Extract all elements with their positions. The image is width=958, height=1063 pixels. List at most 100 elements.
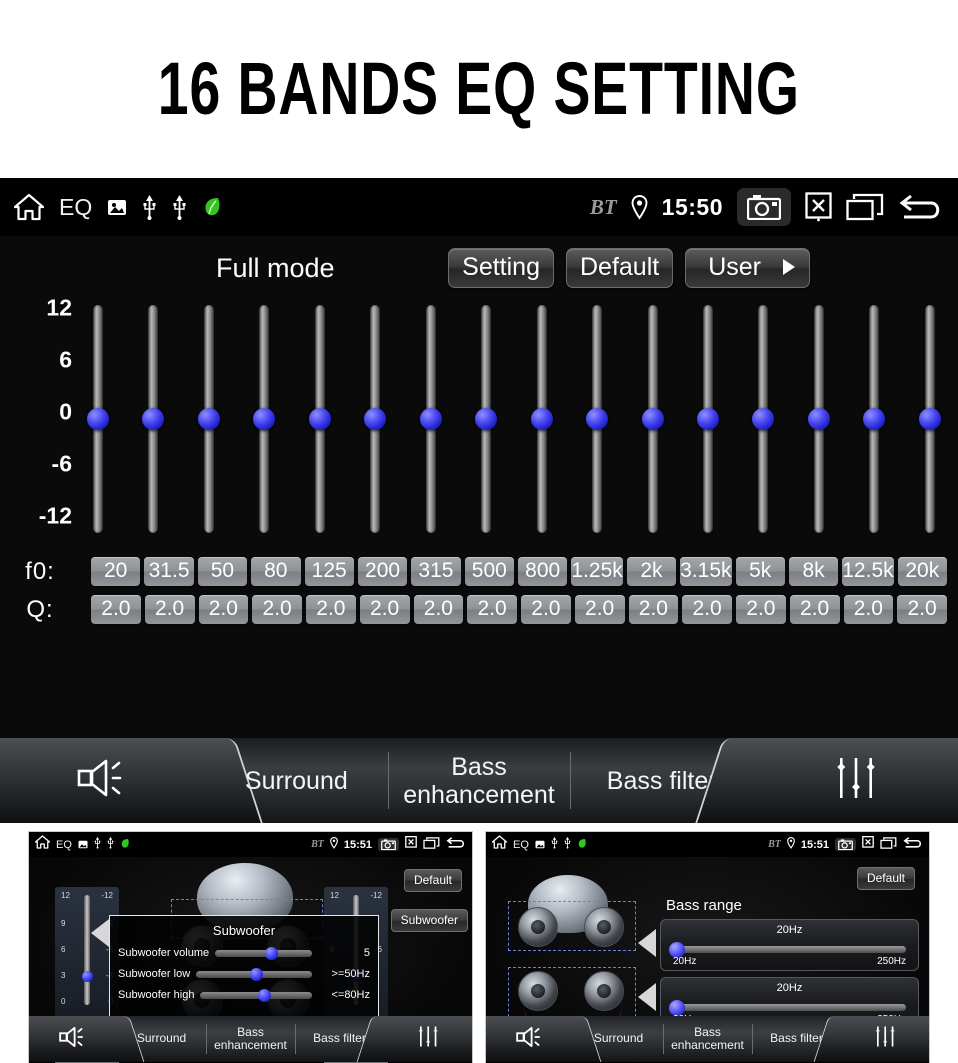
- slider-thumb[interactable]: [863, 408, 886, 430]
- thumbnail-bass-range-screen[interactable]: EQ BT 15:51 Default Bass range 20Hz 20Hz…: [485, 831, 930, 1063]
- back-arrow-icon[interactable]: [898, 192, 944, 222]
- eq-slider-80[interactable]: [253, 305, 276, 533]
- q-cell[interactable]: 2.0: [467, 594, 517, 625]
- q-cell[interactable]: 2.0: [198, 594, 249, 625]
- q-cell[interactable]: 2.0: [359, 594, 410, 625]
- home-icon[interactable]: [14, 193, 44, 221]
- f0-cell[interactable]: 20k: [897, 556, 947, 587]
- f0-cell[interactable]: 315: [411, 556, 461, 587]
- q-cell[interactable]: 2.0: [843, 594, 894, 625]
- f0-cell[interactable]: 80: [251, 556, 301, 587]
- bass-range-slider-1[interactable]: 20Hz 20Hz 250Hz: [660, 919, 919, 971]
- subwoofer-low-slider[interactable]: [196, 967, 312, 981]
- slider-thumb[interactable]: [752, 408, 775, 430]
- slider-thumb[interactable]: [197, 408, 220, 430]
- eq-slider-200[interactable]: [364, 305, 387, 533]
- q-cell[interactable]: 2.0: [897, 594, 947, 625]
- eq-slider-315[interactable]: [419, 305, 442, 533]
- tab-equalizer[interactable]: [753, 738, 958, 823]
- slider-thumb[interactable]: [249, 967, 263, 981]
- eq-slider-800[interactable]: [530, 305, 553, 533]
- f0-cell[interactable]: 8k: [788, 556, 839, 587]
- f0-cell[interactable]: 200: [357, 556, 408, 587]
- tab-speaker[interactable]: [0, 738, 205, 823]
- tab-bass-enhancement[interactable]: Bass enhancement: [663, 1016, 752, 1062]
- tab-speaker[interactable]: [486, 1016, 574, 1062]
- eq-slider-125[interactable]: [308, 305, 331, 533]
- setting-button[interactable]: Setting: [448, 247, 554, 289]
- tab-bass-enhancement[interactable]: Bass enhancement: [387, 738, 571, 823]
- f0-cell[interactable]: 2k: [626, 556, 677, 587]
- tab-surround[interactable]: Surround: [574, 1016, 663, 1062]
- slider-thumb[interactable]: [918, 408, 941, 430]
- q-cell[interactable]: 2.0: [574, 594, 625, 625]
- range-track[interactable]: [673, 1004, 906, 1011]
- camera-icon[interactable]: [737, 188, 791, 226]
- q-cell[interactable]: 2.0: [144, 594, 195, 625]
- slider-thumb[interactable]: [530, 408, 553, 430]
- f0-cell[interactable]: 12.5k: [842, 556, 894, 587]
- meter-thumb[interactable]: [81, 971, 93, 982]
- tab-surround[interactable]: Surround: [117, 1016, 206, 1062]
- slider-thumb[interactable]: [696, 408, 719, 430]
- q-cell[interactable]: 2.0: [413, 594, 464, 625]
- user-preset-button[interactable]: User: [685, 247, 810, 289]
- slider-thumb[interactable]: [586, 408, 609, 430]
- slider-thumb[interactable]: [641, 408, 664, 430]
- f0-cell[interactable]: 800: [518, 556, 568, 587]
- q-cell[interactable]: 2.0: [91, 594, 141, 625]
- f0-cell[interactable]: 50: [197, 556, 248, 587]
- f0-cell[interactable]: 1.25k: [571, 556, 623, 587]
- q-cell[interactable]: 2.0: [521, 594, 571, 625]
- eq-slider-31.5[interactable]: [142, 305, 165, 533]
- f0-cell[interactable]: 20: [91, 556, 141, 587]
- tab-bass-enhancement[interactable]: Bass enhancement: [206, 1016, 295, 1062]
- slider-thumb[interactable]: [257, 988, 271, 1002]
- slider-thumb[interactable]: [142, 408, 165, 430]
- slider-thumb[interactable]: [253, 408, 276, 430]
- f0-cell[interactable]: 5k: [735, 556, 785, 587]
- eq-slider-12.5k[interactable]: [863, 305, 886, 533]
- slider-thumb[interactable]: [264, 946, 278, 960]
- subwoofer-volume-slider[interactable]: [215, 946, 312, 960]
- f0-cell[interactable]: 125: [304, 556, 354, 587]
- default-button[interactable]: Default: [403, 869, 462, 892]
- eq-slider-1.25k[interactable]: [586, 305, 609, 533]
- q-cell[interactable]: 2.0: [306, 594, 356, 625]
- eq-slider-500[interactable]: [475, 305, 498, 533]
- tab-surround[interactable]: Surround: [205, 738, 388, 823]
- q-cell[interactable]: 2.0: [252, 594, 302, 625]
- tab-speaker[interactable]: [29, 1016, 117, 1062]
- eq-slider-20k[interactable]: [918, 305, 941, 533]
- q-cell[interactable]: 2.0: [789, 594, 840, 625]
- subwoofer-button[interactable]: Subwoofer: [390, 909, 468, 932]
- slider-thumb[interactable]: [419, 408, 442, 430]
- eq-slider-3.15k[interactable]: [696, 305, 719, 533]
- f0-cell[interactable]: 3.15k: [680, 556, 732, 587]
- slider-thumb[interactable]: [807, 408, 830, 430]
- tab-equalizer[interactable]: [841, 1016, 929, 1062]
- subwoofer-high-slider[interactable]: [200, 988, 312, 1002]
- q-cell[interactable]: 2.0: [682, 594, 732, 625]
- thumbnail-subwoofer-screen[interactable]: EQ BT 15:51 12 -12 9 6 3 0 12 -12 Defaul…: [28, 831, 473, 1063]
- eq-slider-5k[interactable]: [752, 305, 775, 533]
- default-button[interactable]: Default: [565, 247, 674, 289]
- slider-thumb[interactable]: [87, 408, 109, 430]
- meter-track[interactable]: [84, 895, 90, 1005]
- q-cell[interactable]: 2.0: [736, 594, 786, 625]
- tab-equalizer[interactable]: [384, 1016, 472, 1062]
- range-track[interactable]: [673, 946, 906, 953]
- eq-slider-8k[interactable]: [807, 305, 830, 533]
- default-button[interactable]: Default: [856, 867, 915, 890]
- slider-thumb[interactable]: [308, 408, 331, 430]
- eq-slider-2k[interactable]: [641, 305, 664, 533]
- f0-cell[interactable]: 500: [464, 556, 514, 587]
- multitask-icon[interactable]: [846, 193, 884, 221]
- eq-slider-50[interactable]: [197, 305, 220, 533]
- slider-thumb[interactable]: [475, 408, 498, 430]
- screen-off-icon[interactable]: [805, 192, 832, 222]
- slider-thumb[interactable]: [364, 408, 387, 430]
- eq-slider-20[interactable]: [87, 305, 109, 533]
- f0-cell[interactable]: 31.5: [144, 556, 194, 587]
- q-cell[interactable]: 2.0: [628, 594, 679, 625]
